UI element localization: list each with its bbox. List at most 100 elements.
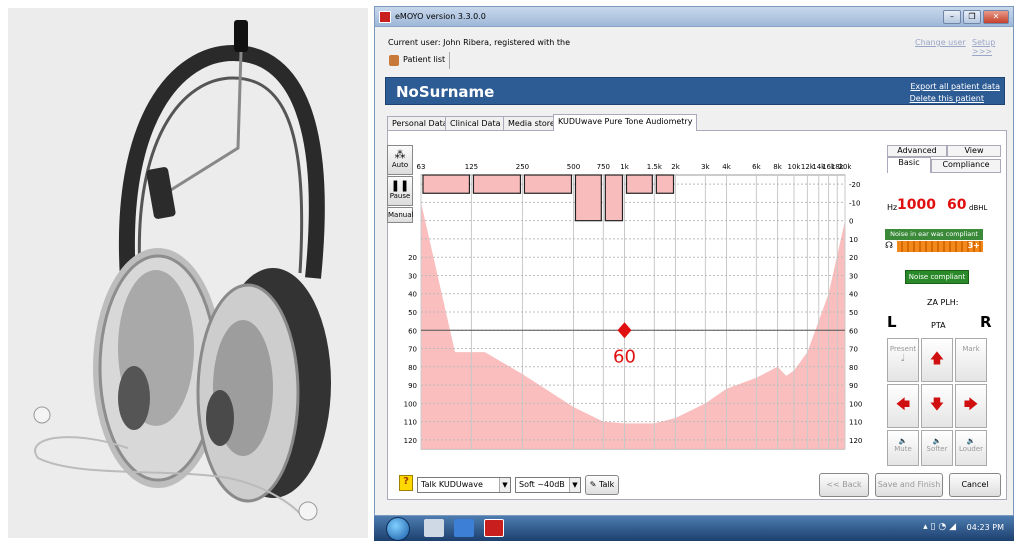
x-tick-label: 8k <box>773 163 782 171</box>
y-left-tick: 110 <box>404 419 417 427</box>
taskbar-app-icon[interactable] <box>424 519 444 537</box>
arrow-left-icon: 🡄 <box>895 397 911 413</box>
noise-bar <box>655 174 675 194</box>
y-right-tick: 40 <box>849 291 858 299</box>
level-down-button[interactable]: 🡇 <box>921 384 953 428</box>
pause-button[interactable]: ❚❚ Pause <box>387 176 413 206</box>
tray-icons[interactable]: ▴ ▯ ◔ ◢ <box>923 522 956 532</box>
x-tick-label: 125 <box>465 163 478 171</box>
app-icon <box>379 11 391 23</box>
tab-basic[interactable]: Basic <box>887 157 931 173</box>
louder-button[interactable]: 🔉 Louder <box>955 430 987 466</box>
y-left-tick: 80 <box>408 364 417 372</box>
setup-link[interactable]: Setup >>> <box>972 38 1013 56</box>
y-right-tick: -20 <box>849 181 860 189</box>
x-tick-label: 1k <box>620 163 629 171</box>
window-title: eMOYO version 3.3.0.0 <box>395 12 486 21</box>
patient-list-label: Patient list <box>403 55 446 64</box>
y-right-tick: -10 <box>849 199 860 207</box>
speaker-louder-icon: 🔉 <box>966 437 976 445</box>
ear-icon: ☊ <box>885 241 893 251</box>
start-button[interactable] <box>386 517 410 541</box>
left-ear-label[interactable]: L <box>887 313 897 331</box>
tab-advanced[interactable]: Advanced <box>887 145 947 157</box>
app-window: eMOYO version 3.3.0.0 – ❐ ✕ Current user… <box>374 6 1014 516</box>
taskbar-emoyo-icon[interactable] <box>484 519 504 537</box>
manual-label: Manual <box>388 211 414 219</box>
pencil-icon: ✎ <box>589 480 597 489</box>
back-button[interactable]: << Back <box>819 473 869 497</box>
softer-button[interactable]: 🔈 Softer <box>921 430 953 466</box>
mute-button[interactable]: 🔈 Mute <box>887 430 919 466</box>
help-icon[interactable]: ? <box>399 475 413 491</box>
export-patient-data-link[interactable]: Export all patient data <box>910 82 1000 91</box>
frequency-down-button[interactable]: 🡄 <box>887 384 919 428</box>
x-tick-label: 4k <box>722 163 731 171</box>
noise-bar <box>523 174 573 194</box>
y-right-tick: 60 <box>849 327 858 335</box>
pta-label: PTA <box>931 321 946 330</box>
tab-compliance[interactable]: Compliance <box>931 159 1001 173</box>
y-left-tick: 120 <box>404 437 417 445</box>
talk-button[interactable]: ✎ Talk <box>585 475 619 495</box>
headset-photo <box>8 8 368 538</box>
clock: 04:23 PM <box>966 523 1004 532</box>
auto-button[interactable]: ⁂ Auto <box>387 145 413 175</box>
audiogram-svg[interactable]: 63 125 250 500 750 1k 1.5k 2k 3k 4k 6k 8k 10k 12k14k1… <box>393 137 873 467</box>
pause-label: Pause <box>389 192 411 200</box>
speaker-mute-icon: 🔈 <box>898 437 908 445</box>
y-left-tick: 70 <box>408 346 417 354</box>
tab-media-store[interactable]: Media store <box>503 116 560 130</box>
arrow-right-icon: 🡆 <box>963 397 979 413</box>
y-right-tick: 70 <box>849 346 858 354</box>
y-left-tick: 90 <box>408 382 417 390</box>
y-right-tick: 30 <box>849 272 858 280</box>
y-right-tick: 0 <box>849 218 853 226</box>
mode-buttons: ⁂ Auto ❚❚ Pause Manual <box>387 145 413 224</box>
delete-patient-link[interactable]: Delete this patient <box>910 94 984 103</box>
patient-list-button[interactable]: Patient list <box>385 52 451 69</box>
mark-button[interactable]: Mark <box>955 338 987 382</box>
tab-kuduwave-audiometry[interactable]: KUDUwave Pure Tone Audiometry <box>553 114 698 131</box>
speaker-softer-icon: 🔈 <box>932 437 942 445</box>
tab-personal-data[interactable]: Personal Data <box>387 116 453 130</box>
noise-bar <box>472 174 522 194</box>
present-button[interactable]: Present ♩ <box>887 338 919 382</box>
audiogram-chart[interactable]: 63 125 250 500 750 1k 1.5k 2k 3k 4k 6k 8k 10k 12k 14k 1… <box>393 137 873 469</box>
maximize-button[interactable]: ❐ <box>963 10 981 24</box>
y-right-tick: 10 <box>849 236 858 244</box>
right-ear-label[interactable]: R <box>980 313 992 331</box>
hz-label: Hz <box>887 203 898 212</box>
y-right-tick: 110 <box>849 419 862 427</box>
y-right-tick: 50 <box>849 309 858 317</box>
manual-button[interactable]: Manual <box>387 207 413 223</box>
current-user-text: Current user: John Ribera, registered wi… <box>388 38 570 47</box>
change-user-link[interactable]: Change user <box>915 38 966 47</box>
arrow-down-icon: 🡇 <box>929 397 945 413</box>
threshold-label: 60 <box>613 346 636 367</box>
y-left-tick: 20 <box>408 254 417 262</box>
level-unit: dBHL <box>969 204 988 212</box>
x-tick-label: 2k <box>671 163 680 171</box>
tab-clinical-data[interactable]: Clinical Data <box>445 116 506 130</box>
noise-ear-status: Noise in ear was compliant <box>885 229 983 240</box>
cancel-button[interactable]: Cancel <box>949 473 1001 497</box>
tab-view[interactable]: View <box>947 145 1001 157</box>
save-and-finish-button[interactable]: Save and Finish <box>875 473 943 497</box>
x-tick-label: 750 <box>597 163 610 171</box>
frequency-up-button[interactable]: 🡆 <box>955 384 987 428</box>
taskbar-app-icon[interactable] <box>454 519 474 537</box>
x-tick-label: 1.5k <box>647 163 663 171</box>
x-tick-label: 63 <box>417 163 426 171</box>
x-tick-label: 20k <box>839 163 853 171</box>
control-panel: Advanced View Basic Compliance Hz 1000 6… <box>883 145 1001 495</box>
talk-source-select[interactable]: Talk KUDUwave ▼ <box>417 477 511 493</box>
y-right-tick: 80 <box>849 364 858 372</box>
y-left-tick: 100 <box>404 400 417 408</box>
close-button[interactable]: ✕ <box>983 10 1009 24</box>
za-plh-label: ZA PLH: <box>927 298 959 307</box>
level-up-button[interactable]: 🡅 <box>921 338 953 382</box>
talk-level-select[interactable]: Soft ~40dB ▼ <box>515 477 581 493</box>
noise-compliant-badge: Noise compliant <box>905 270 969 284</box>
minimize-button[interactable]: – <box>943 10 961 24</box>
